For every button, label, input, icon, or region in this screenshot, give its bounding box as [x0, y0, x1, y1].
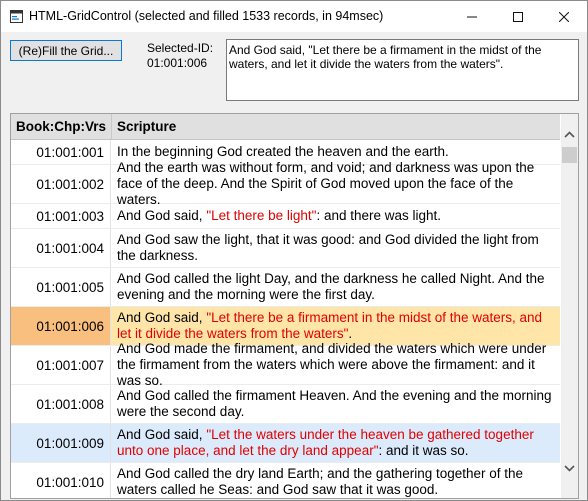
- app-window: HTML-GridControl (selected and filled 15…: [0, 0, 588, 501]
- cell-scripture[interactable]: And God said, "Let the waters under the …: [117, 424, 556, 462]
- text-run: .: [348, 326, 353, 341]
- cell-scripture[interactable]: And God saw the light, that it was good:…: [117, 229, 556, 267]
- cell-scripture[interactable]: And God said, "Let there be light": and …: [117, 204, 556, 228]
- text-run: And God called the firmament Heaven. And…: [117, 388, 552, 419]
- cell-ref[interactable]: 01:001:007: [11, 346, 111, 384]
- close-button[interactable]: [541, 1, 587, 32]
- maximize-button[interactable]: [495, 1, 541, 32]
- grid-row[interactable]: 01:001:009 And God said, "Let the waters …: [11, 424, 560, 463]
- scripture-text: And God said, "Let the waters under the …: [117, 427, 556, 459]
- column-header-ref[interactable]: Book:Chp:Vrs: [11, 114, 112, 139]
- minimize-icon: [467, 16, 477, 17]
- close-icon: [559, 11, 569, 22]
- chevron-down-icon: [564, 465, 575, 472]
- cell-ref[interactable]: 01:001:009: [11, 424, 111, 462]
- scripture-text: And God called the dry land Earth; and t…: [117, 466, 556, 498]
- grid-row[interactable]: 01:001:004 And God saw the light, that it…: [11, 229, 560, 268]
- scripture-text: In the beginning God created the heaven …: [117, 144, 449, 160]
- scripture-text: And God saw the light, that it was good:…: [117, 232, 556, 264]
- grid-row[interactable]: 01:001:008 And God called the firmament H…: [11, 385, 560, 424]
- cell-scripture[interactable]: And God called the firmament Heaven. And…: [117, 385, 556, 423]
- text-run: And the earth was without form, and void…: [117, 160, 535, 207]
- selected-id-value: 01:001:006: [147, 56, 208, 70]
- text-run: In the beginning God created the heaven …: [117, 144, 449, 159]
- cell-ref[interactable]: 01:001:002: [11, 165, 111, 203]
- text-run: And God made the firmament, and divided …: [117, 341, 547, 388]
- cell-ref[interactable]: 01:001:001: [11, 140, 111, 164]
- text-run: : and it was so.: [378, 443, 469, 458]
- scroll-down-button[interactable]: [561, 460, 578, 477]
- refill-grid-button[interactable]: (Re)Fill the Grid...: [10, 40, 122, 61]
- text-run: And God called the light Day, and the da…: [117, 271, 545, 302]
- scroll-thumb[interactable]: [562, 147, 577, 163]
- text-run: And God said,: [117, 208, 207, 223]
- text-run: : and there was light.: [316, 208, 442, 223]
- quoted-speech: "Let there be light": [206, 208, 317, 223]
- cell-scripture[interactable]: And God called the dry land Earth; and t…: [117, 463, 556, 498]
- cell-ref[interactable]: 01:001:006: [11, 307, 111, 345]
- text-run: And God said,: [117, 310, 207, 325]
- scripture-grid[interactable]: Book:Chp:Vrs Scripture 01:001:001 In the …: [10, 113, 579, 499]
- cell-ref[interactable]: 01:001:004: [11, 229, 111, 267]
- text-run: And God saw the light, that it was good:…: [117, 232, 539, 263]
- vertical-scrollbar[interactable]: [561, 114, 578, 498]
- grid-row[interactable]: 01:001:005 And God called the light Day, …: [11, 268, 560, 307]
- maximize-icon: [513, 11, 523, 22]
- window-title: HTML-GridControl (selected and filled 15…: [29, 9, 384, 23]
- chevron-up-icon: [564, 131, 575, 138]
- cell-ref[interactable]: 01:001:005: [11, 268, 111, 306]
- cell-scripture[interactable]: And God made the firmament, and divided …: [117, 341, 556, 388]
- scripture-text: And the earth was without form, and void…: [117, 160, 556, 208]
- cell-ref[interactable]: 01:001:010: [11, 463, 111, 498]
- column-header-scripture[interactable]: Scripture: [117, 114, 176, 139]
- text-run: And God said,: [117, 427, 207, 442]
- app-window-icon: [10, 10, 23, 23]
- selected-id-label: Selected-ID:: [147, 41, 214, 55]
- scripture-text: And God said, "Let there be a firmament …: [117, 310, 556, 342]
- scripture-text: And God made the firmament, and divided …: [117, 341, 556, 389]
- cell-scripture[interactable]: And the earth was without form, and void…: [117, 160, 556, 207]
- cell-scripture[interactable]: And God said, "Let there be a firmament …: [117, 307, 556, 345]
- cell-scripture[interactable]: And God called the light Day, and the da…: [117, 268, 556, 306]
- grid-row[interactable]: 01:001:007 And God made the firmament, an…: [11, 341, 560, 388]
- text-run: And God called the dry land Earth; and t…: [117, 466, 524, 497]
- grid-header: Book:Chp:Vrs Scripture: [11, 114, 560, 140]
- scripture-text: And God said, "Let there be light": and …: [117, 208, 441, 224]
- scripture-text: And God called the firmament Heaven. And…: [117, 388, 556, 420]
- minimize-button[interactable]: [449, 1, 495, 32]
- cell-ref[interactable]: 01:001:003: [11, 204, 111, 228]
- scripture-text: And God called the light Day, and the da…: [117, 271, 556, 303]
- grid-row[interactable]: 01:001:003 And God said, "Let there be li…: [11, 204, 560, 229]
- grid-row[interactable]: 01:001:002 And the earth was without form…: [11, 160, 560, 207]
- grid-row[interactable]: 01:001:010 And God called the dry land Ea…: [11, 463, 560, 498]
- scroll-up-button[interactable]: [561, 126, 578, 143]
- selected-text-box[interactable]: And God said, "Let there be a firmament …: [226, 39, 579, 101]
- title-bar[interactable]: HTML-GridControl (selected and filled 15…: [1, 1, 587, 32]
- cell-ref[interactable]: 01:001:008: [11, 385, 111, 423]
